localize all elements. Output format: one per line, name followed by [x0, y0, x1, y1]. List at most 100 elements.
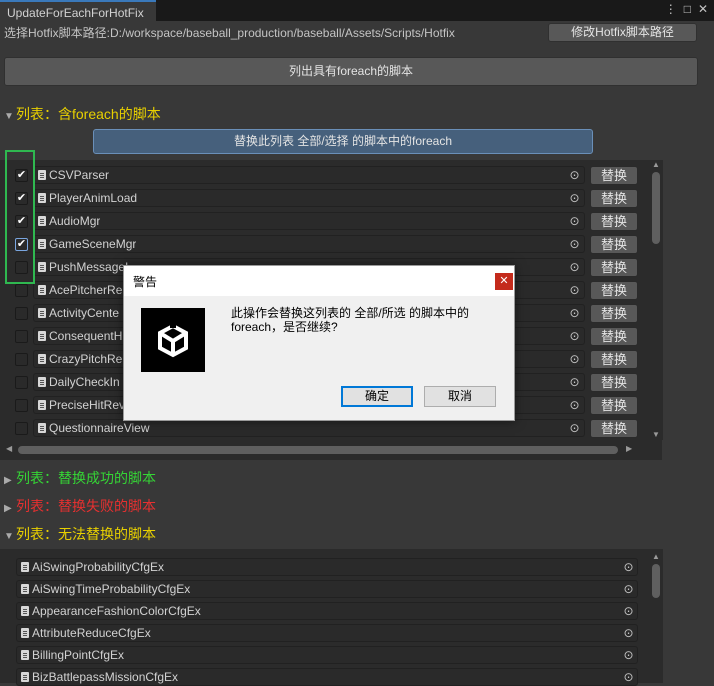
object-picker-icon[interactable]: ⊙ [567, 237, 582, 252]
foldout-unable-title: 列表：无法替换的脚本 [16, 526, 156, 542]
foreach-list-item: QuestionnaireView ⊙ 替换 [0, 419, 640, 438]
hscroll-thumb[interactable] [18, 446, 618, 454]
scroll-up-arrow-icon[interactable]: ▲ [649, 160, 663, 169]
script-icon [38, 377, 46, 387]
script-name: PushMessageI [49, 260, 129, 274]
close-icon[interactable]: ✕ [698, 2, 708, 16]
replace-button[interactable]: 替换 [590, 396, 638, 415]
replace-button[interactable]: 替换 [590, 281, 638, 300]
object-picker-icon[interactable]: ⊙ [567, 421, 582, 436]
modify-path-button[interactable]: 修改Hotfix脚本路径 [548, 23, 697, 42]
script-icon [38, 170, 46, 180]
script-object-field[interactable]: QuestionnaireView ⊙ [33, 419, 585, 437]
unable-list-item[interactable]: BizBattlepassMissionCfgEx ⊙ [16, 668, 638, 686]
replace-button[interactable]: 替换 [590, 258, 638, 277]
unable-list-vscroll[interactable]: ▲ [649, 549, 663, 683]
replace-button[interactable]: 替换 [590, 419, 638, 438]
item-checkbox[interactable] [15, 307, 28, 320]
unable-list-item[interactable]: AppearanceFashionColorCfgEx ⊙ [16, 602, 638, 620]
object-picker-icon[interactable]: ⊙ [621, 604, 636, 619]
dialog-ok-button[interactable]: 确定 [341, 386, 413, 407]
script-icon [21, 672, 29, 682]
foreach-list-vscroll[interactable]: ▲ ▼ [649, 160, 663, 440]
item-checkbox[interactable] [15, 376, 28, 389]
scroll-thumb[interactable] [652, 172, 660, 244]
script-icon [38, 193, 46, 203]
script-object-field[interactable]: PlayerAnimLoad ⊙ [33, 189, 585, 207]
item-checkbox[interactable] [15, 353, 28, 366]
foreach-list-hscroll[interactable]: ◀ ▶ [0, 444, 640, 456]
replace-button[interactable]: 替换 [590, 166, 638, 185]
foldout-fail[interactable]: ▶ 列表：替换失败的脚本 [4, 496, 156, 516]
object-picker-icon[interactable]: ⊙ [621, 582, 636, 597]
script-name: PreciseHitRev [49, 398, 126, 412]
script-icon [38, 216, 46, 226]
object-picker-icon[interactable]: ⊙ [567, 191, 582, 206]
object-picker-icon[interactable]: ⊙ [567, 329, 582, 344]
window-tab[interactable]: UpdateForEachForHotFix [0, 0, 156, 21]
unable-list-item[interactable]: AiSwingProbabilityCfgEx ⊙ [16, 558, 638, 576]
object-picker-icon[interactable]: ⊙ [621, 648, 636, 663]
item-checkbox[interactable] [15, 330, 28, 343]
object-picker-icon[interactable]: ⊙ [567, 260, 582, 275]
list-foreach-button[interactable]: 列出具有foreach的脚本 [4, 57, 698, 86]
script-object-field[interactable]: GameSceneMgr ⊙ [33, 235, 585, 253]
script-name: AcePitcherRe [49, 283, 123, 297]
scroll-thumb[interactable] [652, 564, 660, 598]
replace-button[interactable]: 替换 [590, 373, 638, 392]
foldout-open-icon: ▼ [4, 111, 14, 122]
checkbox-highlight-box [5, 150, 35, 284]
object-picker-icon[interactable]: ⊙ [567, 283, 582, 298]
kebab-menu-icon[interactable]: ⋮ [665, 2, 677, 16]
dialog-title: 警告 [133, 275, 158, 289]
foldout-foreach[interactable]: ▼ 列表：含foreach的脚本 [4, 104, 161, 124]
unable-list-item[interactable]: AttributeReduceCfgEx ⊙ [16, 624, 638, 642]
script-name: ConsequentH [49, 329, 123, 343]
dialog-close-icon[interactable]: ✕ [495, 273, 513, 290]
replace-button[interactable]: 替换 [590, 189, 638, 208]
script-name: AiSwingTimeProbabilityCfgEx [32, 582, 191, 596]
script-icon [21, 628, 29, 638]
item-checkbox[interactable] [15, 422, 28, 435]
unity-logo-icon [141, 308, 205, 372]
hotfix-path-label: 选择Hotfix脚本路径:D:/workspace/baseball_produ… [4, 26, 455, 40]
script-name: CrazyPitchRe [49, 352, 123, 366]
object-picker-icon[interactable]: ⊙ [567, 352, 582, 367]
script-icon [38, 239, 46, 249]
maximize-icon[interactable]: □ [684, 2, 691, 16]
object-picker-icon[interactable]: ⊙ [621, 560, 636, 575]
script-name: PlayerAnimLoad [49, 191, 138, 205]
item-checkbox[interactable] [15, 399, 28, 412]
item-checkbox[interactable] [15, 284, 28, 297]
foreach-list-item: ✔ AudioMgr ⊙ 替换 [0, 212, 640, 231]
object-picker-icon[interactable]: ⊙ [567, 398, 582, 413]
object-picker-icon[interactable]: ⊙ [621, 626, 636, 641]
replace-button[interactable]: 替换 [590, 350, 638, 369]
script-icon [21, 650, 29, 660]
replace-button[interactable]: 替换 [590, 235, 638, 254]
script-icon [38, 262, 46, 272]
foldout-success[interactable]: ▶ 列表：替换成功的脚本 [4, 468, 156, 488]
scroll-down-arrow-icon[interactable]: ▼ [649, 430, 663, 439]
script-object-field[interactable]: CSVParser ⊙ [33, 166, 585, 184]
script-object-field[interactable]: AudioMgr ⊙ [33, 212, 585, 230]
object-picker-icon[interactable]: ⊙ [567, 214, 582, 229]
object-picker-icon[interactable]: ⊙ [567, 306, 582, 321]
replace-button[interactable]: 替换 [590, 327, 638, 346]
foldout-unable[interactable]: ▼ 列表：无法替换的脚本 [4, 524, 156, 544]
scroll-right-arrow-icon[interactable]: ▶ [626, 444, 632, 453]
unable-list-item[interactable]: BillingPointCfgEx ⊙ [16, 646, 638, 664]
script-icon [21, 606, 29, 616]
replace-button[interactable]: 替换 [590, 212, 638, 231]
warning-dialog: 警告 ✕ 此操作会替换这列表的 全部/所选 的脚本中的foreach，是否继续?… [123, 265, 515, 421]
scroll-up-arrow-icon[interactable]: ▲ [649, 552, 663, 561]
replace-button[interactable]: 替换 [590, 304, 638, 323]
object-picker-icon[interactable]: ⊙ [567, 168, 582, 183]
object-picker-icon[interactable]: ⊙ [567, 375, 582, 390]
foreach-list-item: ✔ GameSceneMgr ⊙ 替换 [0, 235, 640, 254]
dialog-cancel-button[interactable]: 取消 [424, 386, 496, 407]
replace-all-button[interactable]: 替换此列表 全部/选择 的脚本中的foreach [93, 129, 593, 154]
unable-list-item[interactable]: AiSwingTimeProbabilityCfgEx ⊙ [16, 580, 638, 598]
script-name: CSVParser [49, 168, 110, 182]
scroll-left-arrow-icon[interactable]: ◀ [6, 444, 12, 453]
